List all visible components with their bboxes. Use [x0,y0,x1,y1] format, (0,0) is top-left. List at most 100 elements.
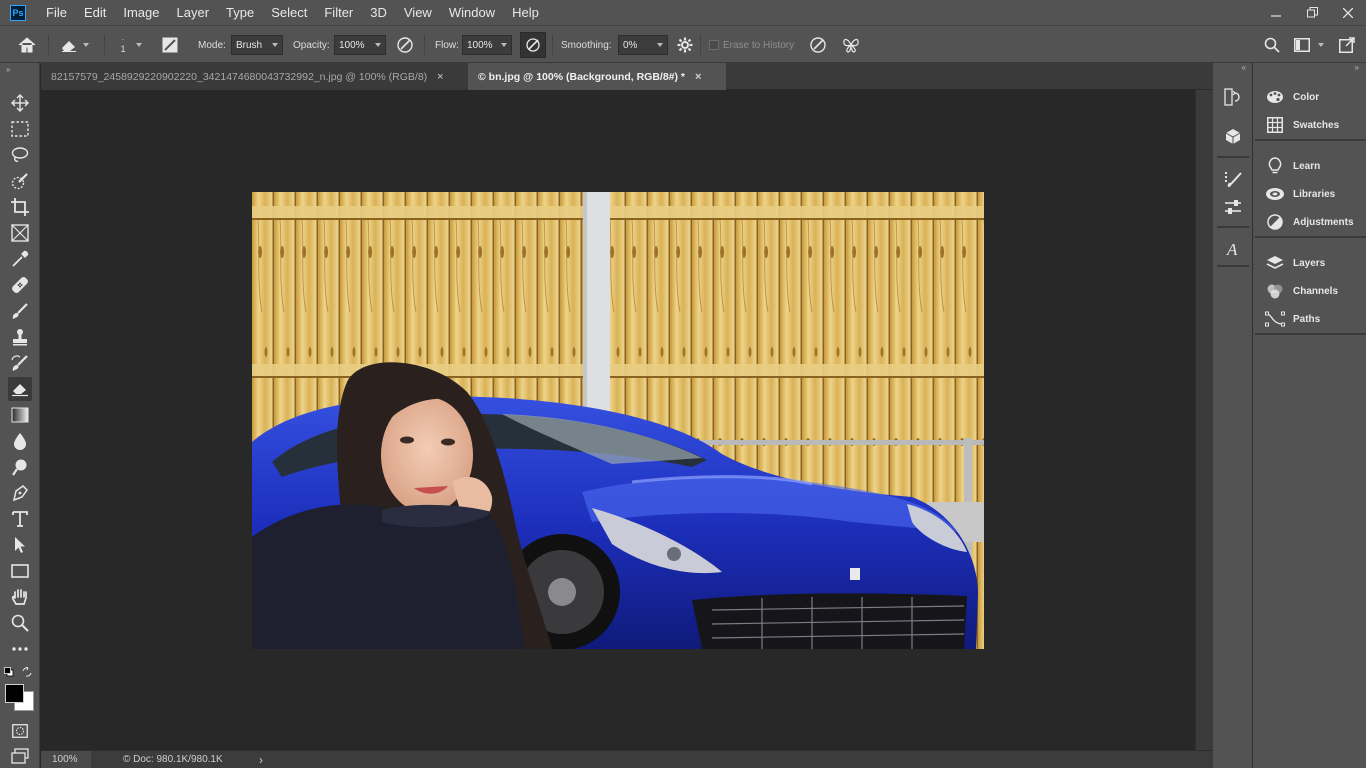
properties-panel-icon[interactable] [1221,195,1245,219]
home-icon[interactable] [18,26,36,64]
3d-panel-icon[interactable] [1221,125,1245,149]
mode-select[interactable]: Brush [231,35,283,55]
tab-document-1-close-icon[interactable]: × [437,71,443,83]
glyphs-panel-icon[interactable]: A [1221,237,1245,261]
tab-document-1-label: 82157579_2458929220902220_34214746800437… [51,70,428,83]
panel-paths-label: Paths [1293,313,1321,325]
share-icon[interactable] [1339,26,1355,64]
rectangle-tool-icon[interactable] [8,559,32,583]
menu-edit[interactable]: Edit [84,5,106,20]
panel-learn[interactable]: Learn [1255,152,1366,180]
menu-filter[interactable]: Filter [324,5,353,20]
brush-settings-panel-icon[interactable] [1221,167,1245,191]
flow-input[interactable]: 100% [462,35,512,55]
doc-size-info: © Doc: 980.1K/980.1K [123,751,223,768]
opacity-input[interactable]: 100% [334,35,386,55]
panel-libraries[interactable]: Libraries [1255,180,1366,208]
opacity-value: 100% [339,39,365,51]
screen-mode-icon[interactable] [8,744,32,768]
brush-size-picker[interactable]: · 1 [115,26,142,64]
dodge-tool-icon[interactable] [8,455,32,479]
restore-icon[interactable] [1294,0,1330,25]
erase-to-history-checkbox[interactable] [709,40,719,50]
menu-view[interactable]: View [404,5,432,20]
menu-help[interactable]: Help [512,5,539,20]
search-icon[interactable] [1264,26,1280,64]
clone-stamp-tool-icon[interactable] [8,325,32,349]
symmetry-butterfly-icon[interactable] [842,26,860,64]
crop-tool-icon[interactable] [8,195,32,219]
erase-to-history-label: Erase to History [723,39,795,51]
history-panel-icon[interactable] [1221,85,1245,109]
marquee-tool-icon[interactable] [8,117,32,141]
menu-window[interactable]: Window [449,5,495,20]
panel-color[interactable]: Color [1255,83,1366,111]
eraser-tool-icon[interactable] [8,377,32,401]
swap-colors-icon[interactable] [22,667,32,677]
pressure-opacity-icon[interactable] [396,26,414,64]
menu-type[interactable]: Type [226,5,254,20]
collapse-tools-icon[interactable]: » [6,65,10,74]
tab-document-2-label: © bn.jpg @ 100% (Background, RGB/8#) * [478,70,686,83]
zoom-level-value: 100% [52,754,78,765]
channels-icon [1265,281,1285,301]
vertical-scrollbar[interactable] [1195,90,1212,750]
pressure-size-icon[interactable] [809,26,827,64]
smoothing-input[interactable]: 0% [618,35,668,55]
status-menu-arrow-icon[interactable]: › [259,751,263,768]
brush-settings-icon[interactable] [162,26,178,64]
path-selection-tool-icon[interactable] [8,533,32,557]
quick-selection-tool-icon[interactable] [8,169,32,193]
eraser-preset-picker[interactable] [60,26,89,64]
panel-swatches[interactable]: Swatches [1255,111,1366,139]
menu-3d[interactable]: 3D [370,5,387,20]
options-bar: · 1 Mode: Brush Opacity: 100% Flow: 100% [0,25,1366,63]
panel-adjustments[interactable]: Adjustments [1255,208,1366,236]
airbrush-toggle[interactable] [520,32,546,58]
car-portrait-photo [252,192,984,649]
quick-mask-icon[interactable] [8,719,32,743]
tab-document-2[interactable]: © bn.jpg @ 100% (Background, RGB/8#) * × [468,63,726,90]
close-window-icon[interactable] [1330,0,1366,25]
healing-brush-tool-icon[interactable] [8,273,32,297]
frame-tool-icon[interactable] [8,221,32,245]
panel-channels[interactable]: Channels [1255,277,1366,305]
panel-layers[interactable]: Layers [1255,249,1366,277]
expand-panels-icon[interactable]: » [1253,63,1365,73]
panel-color-label: Color [1293,91,1320,103]
hand-tool-icon[interactable] [8,585,32,609]
tab-document-1[interactable]: 82157579_2458929220902220_34214746800437… [41,63,466,90]
more-tools-icon[interactable] [8,637,32,661]
document-image[interactable] [252,192,984,649]
menu-select[interactable]: Select [271,5,307,20]
erase-to-history-option[interactable]: Erase to History [709,26,794,64]
photoshop-logo[interactable]: Ps [10,4,26,21]
menu-layer[interactable]: Layer [177,5,210,20]
panel-swatches-label: Swatches [1293,119,1340,131]
brush-tool-icon[interactable] [8,299,32,323]
blur-tool-icon[interactable] [8,429,32,453]
flow-label: Flow: [435,39,459,51]
eyedropper-tool-icon[interactable] [8,247,32,271]
zoom-level-field[interactable]: 100% [41,751,91,768]
opacity-label: Opacity: [293,39,330,51]
workspace-switcher[interactable] [1294,26,1324,64]
panel-group-learn: Learn Libraries Adjustments [1255,152,1366,238]
minimize-icon[interactable] [1258,0,1294,25]
history-brush-tool-icon[interactable] [8,351,32,375]
smoothing-settings-icon[interactable] [677,26,693,64]
default-colors-icon[interactable] [4,667,14,677]
panel-icon-dock: « A [1212,63,1252,768]
pen-tool-icon[interactable] [8,481,32,505]
lasso-tool-icon[interactable] [8,143,32,167]
move-tool-icon[interactable] [8,91,32,115]
menu-image[interactable]: Image [123,5,159,20]
zoom-tool-icon[interactable] [8,611,32,635]
tab-document-2-close-icon[interactable]: × [695,71,701,83]
gradient-tool-icon[interactable] [8,403,32,427]
collapse-dock-icon[interactable]: « [1213,63,1252,73]
type-tool-icon[interactable] [8,507,32,531]
panel-paths[interactable]: Paths [1255,305,1366,333]
foreground-color-swatch[interactable] [5,684,24,703]
menu-file[interactable]: File [46,5,67,20]
